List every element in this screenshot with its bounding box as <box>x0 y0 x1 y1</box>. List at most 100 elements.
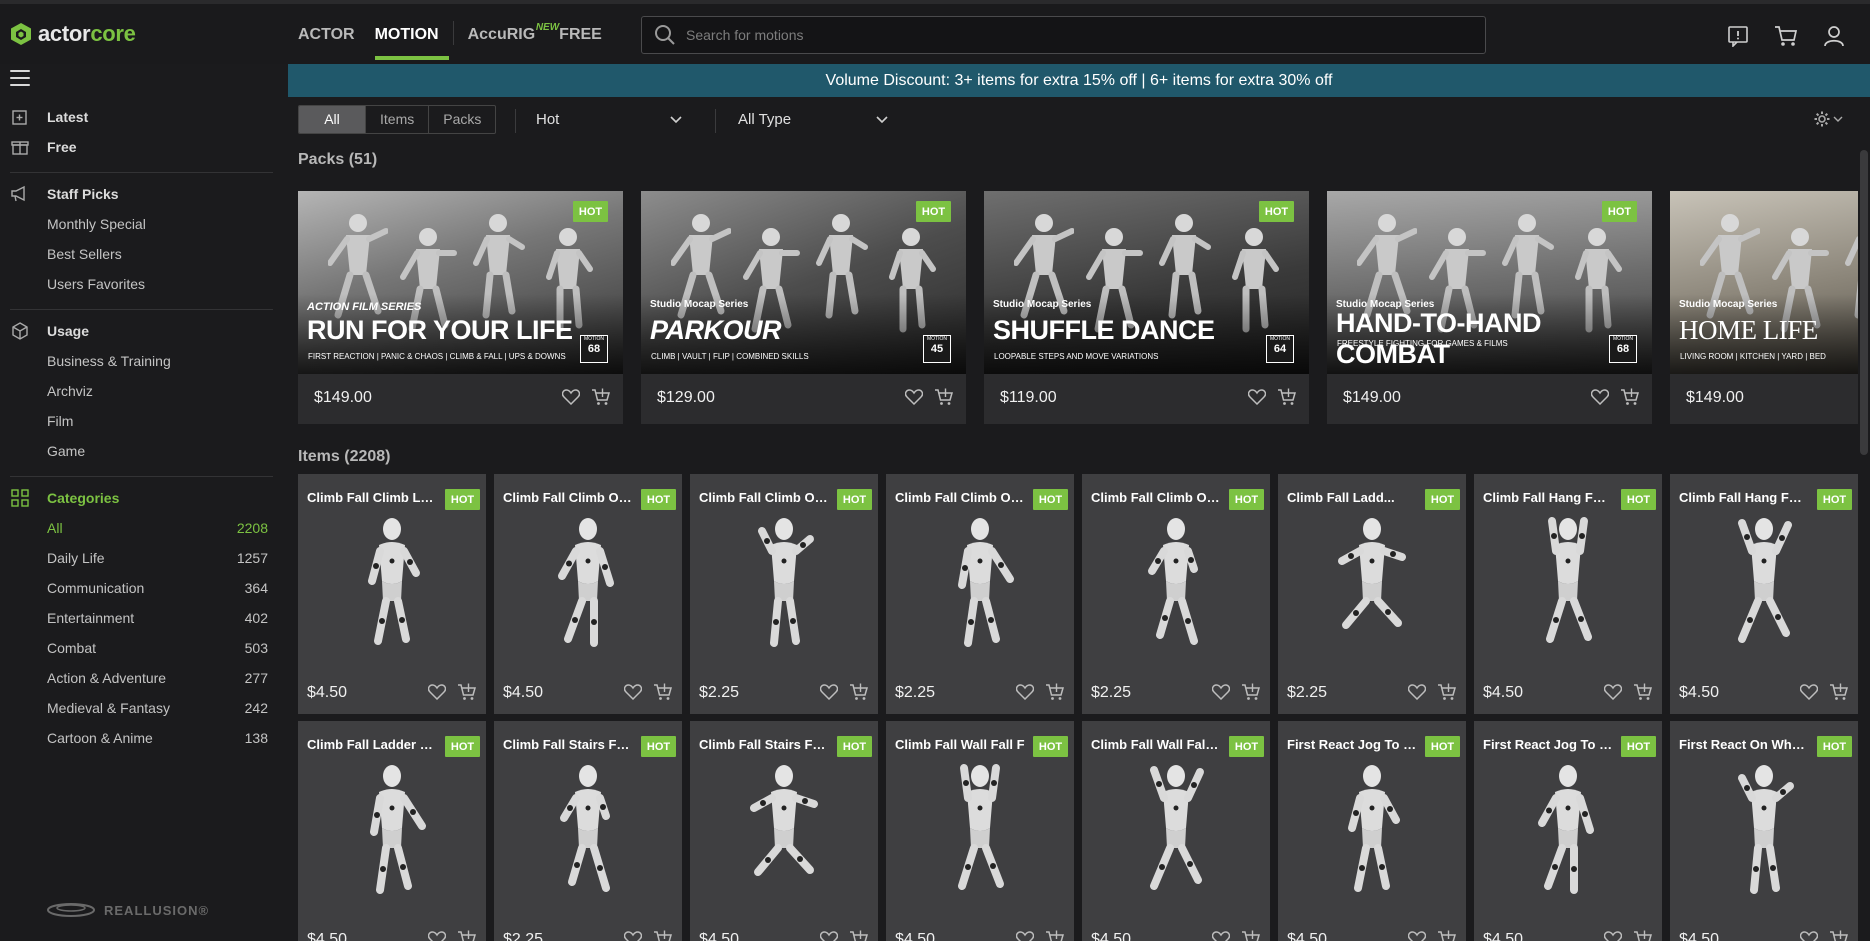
segment-items[interactable]: Items <box>366 106 430 133</box>
motion-item-card[interactable]: Climb Fall Stairs Fal... HOT $2.25 <box>494 721 682 941</box>
sidebar-item-business-training[interactable]: Business & Training <box>0 348 288 374</box>
pack-card[interactable]: Studio Mocap Series SHUFFLE DANCE LOOPABLE… <box>984 191 1309 424</box>
type-dropdown[interactable]: All Type <box>738 105 898 134</box>
heart-icon[interactable] <box>904 387 924 407</box>
pack-thumbnail[interactable]: Studio Mocap Series HOME LIFE LIVING ROOM … <box>1670 191 1858 374</box>
sidebar-item-categories[interactable]: Categories <box>0 485 288 511</box>
sidebar-item-users-favorites[interactable]: Users Favorites <box>0 271 288 297</box>
heart-icon[interactable] <box>1590 387 1610 407</box>
motion-item-card[interactable]: Climb Fall Climb Ov... HOT $2.25 <box>886 474 1074 714</box>
mannequin-preview[interactable] <box>1523 763 1613 908</box>
mannequin-preview[interactable] <box>543 763 633 908</box>
sidebar-item-free[interactable]: Free <box>0 134 288 160</box>
heart-icon[interactable] <box>1211 682 1231 702</box>
add-to-cart-icon[interactable] <box>1829 682 1849 702</box>
mannequin-preview[interactable] <box>543 516 633 661</box>
motion-item-card[interactable]: First React Jog To R... HOT $4.50 <box>1474 721 1662 941</box>
view-settings-button[interactable] <box>1814 111 1843 127</box>
mannequin-preview[interactable] <box>347 516 437 661</box>
add-to-cart-icon[interactable] <box>653 682 673 702</box>
motion-item-card[interactable]: Climb Fall Hang Fall... HOT $4.50 <box>1670 474 1858 714</box>
segment-all[interactable]: All <box>299 106 366 133</box>
mannequin-preview[interactable] <box>1719 763 1809 908</box>
add-to-cart-icon[interactable] <box>1045 682 1065 702</box>
heart-icon[interactable] <box>1015 929 1035 941</box>
category-communication[interactable]: Communication 364 <box>0 575 288 601</box>
tab-accurig[interactable]: AccuRIG NEW <box>458 8 560 64</box>
search-input[interactable] <box>686 27 1446 43</box>
add-to-cart-icon[interactable] <box>457 929 477 941</box>
volume-discount-banner[interactable]: Volume Discount: 3+ items for extra 15% … <box>288 64 1870 97</box>
add-to-cart-icon[interactable] <box>1633 929 1653 941</box>
mannequin-preview[interactable] <box>1523 516 1613 661</box>
pack-thumbnail[interactable]: Studio Mocap Series HAND-TO-HAND COMBAT FR… <box>1327 191 1652 374</box>
motion-item-card[interactable]: Climb Fall Wall Fall F HOT $4.50 <box>886 721 1074 941</box>
category-all[interactable]: All 2208 <box>0 515 288 541</box>
user-icon[interactable] <box>1822 24 1846 48</box>
heart-icon[interactable] <box>1799 682 1819 702</box>
heart-icon[interactable] <box>623 682 643 702</box>
heart-icon[interactable] <box>1603 929 1623 941</box>
add-to-cart-icon[interactable] <box>1620 387 1640 407</box>
feedback-icon[interactable] <box>1726 24 1750 48</box>
heart-icon[interactable] <box>427 682 447 702</box>
mannequin-preview[interactable] <box>935 763 1025 908</box>
motion-item-card[interactable]: Climb Fall Hang Fall F HOT $4.50 <box>1474 474 1662 714</box>
add-to-cart-icon[interactable] <box>1633 682 1653 702</box>
tab-free[interactable]: FREE <box>549 8 612 64</box>
motion-item-card[interactable]: First React On Whee... HOT $4.50 <box>1670 721 1858 941</box>
search-box[interactable] <box>641 16 1486 54</box>
heart-icon[interactable] <box>561 387 581 407</box>
category-cartoon-anime[interactable]: Cartoon & Anime 138 <box>0 725 288 751</box>
scrollbar[interactable] <box>1860 150 1868 455</box>
category-medieval-fantasy[interactable]: Medieval & Fantasy 242 <box>0 695 288 721</box>
motion-item-card[interactable]: Climb Fall Wall Fall M HOT $4.50 <box>1082 721 1270 941</box>
heart-icon[interactable] <box>1247 387 1267 407</box>
category-entertainment[interactable]: Entertainment 402 <box>0 605 288 631</box>
category-action-adventure[interactable]: Action & Adventure 277 <box>0 665 288 691</box>
mannequin-preview[interactable] <box>1131 763 1221 908</box>
sidebar-item-film[interactable]: Film <box>0 408 288 434</box>
add-to-cart-icon[interactable] <box>1829 929 1849 941</box>
mannequin-preview[interactable] <box>1131 516 1221 661</box>
mannequin-preview[interactable] <box>739 763 829 908</box>
add-to-cart-icon[interactable] <box>1045 929 1065 941</box>
sidebar-item-best-sellers[interactable]: Best Sellers <box>0 241 288 267</box>
pack-thumbnail[interactable]: Studio Mocap Series SHUFFLE DANCE LOOPABLE… <box>984 191 1309 374</box>
segment-packs[interactable]: Packs <box>429 106 495 133</box>
heart-icon[interactable] <box>819 929 839 941</box>
heart-icon[interactable] <box>1407 682 1427 702</box>
motion-item-card[interactable]: Climb Fall Climb La... HOT $4.50 <box>298 474 486 714</box>
motion-item-card[interactable]: Climb Fall Stairs Fal... HOT $4.50 <box>690 721 878 941</box>
sidebar-item-latest[interactable]: Latest <box>0 104 288 130</box>
heart-icon[interactable] <box>819 682 839 702</box>
brand-logo[interactable]: actorcore <box>10 21 136 47</box>
sidebar-item-game[interactable]: Game <box>0 438 288 464</box>
heart-icon[interactable] <box>427 929 447 941</box>
heart-icon[interactable] <box>1407 929 1427 941</box>
cart-icon[interactable] <box>1774 24 1798 48</box>
sort-dropdown[interactable]: Hot <box>536 105 692 134</box>
motion-item-card[interactable]: First React Jog To R... HOT $4.50 <box>1278 721 1466 941</box>
hamburger-icon[interactable] <box>10 70 30 88</box>
mannequin-preview[interactable] <box>1719 516 1809 661</box>
pack-card[interactable]: ACTION FILM SERIES RUN FOR YOUR LIFE FIRST… <box>298 191 623 424</box>
add-to-cart-icon[interactable] <box>1437 929 1457 941</box>
add-to-cart-icon[interactable] <box>653 929 673 941</box>
heart-icon[interactable] <box>623 929 643 941</box>
add-to-cart-icon[interactable] <box>457 682 477 702</box>
category-combat[interactable]: Combat 503 <box>0 635 288 661</box>
category-daily-life[interactable]: Daily Life 1257 <box>0 545 288 571</box>
add-to-cart-icon[interactable] <box>849 929 869 941</box>
tab-actor[interactable]: ACTOR <box>288 8 365 64</box>
add-to-cart-icon[interactable] <box>1241 929 1261 941</box>
add-to-cart-icon[interactable] <box>591 387 611 407</box>
sidebar-item-monthly-special[interactable]: Monthly Special <box>0 211 288 237</box>
pack-thumbnail[interactable]: ACTION FILM SERIES RUN FOR YOUR LIFE FIRST… <box>298 191 623 374</box>
tab-motion[interactable]: MOTION <box>365 8 449 64</box>
pack-card[interactable]: Studio Mocap Series PARKOUR CLIMB | VAULT … <box>641 191 966 424</box>
sidebar-item-staff-picks[interactable]: Staff Picks <box>0 181 288 207</box>
heart-icon[interactable] <box>1211 929 1231 941</box>
mannequin-preview[interactable] <box>739 516 829 661</box>
heart-icon[interactable] <box>1603 682 1623 702</box>
